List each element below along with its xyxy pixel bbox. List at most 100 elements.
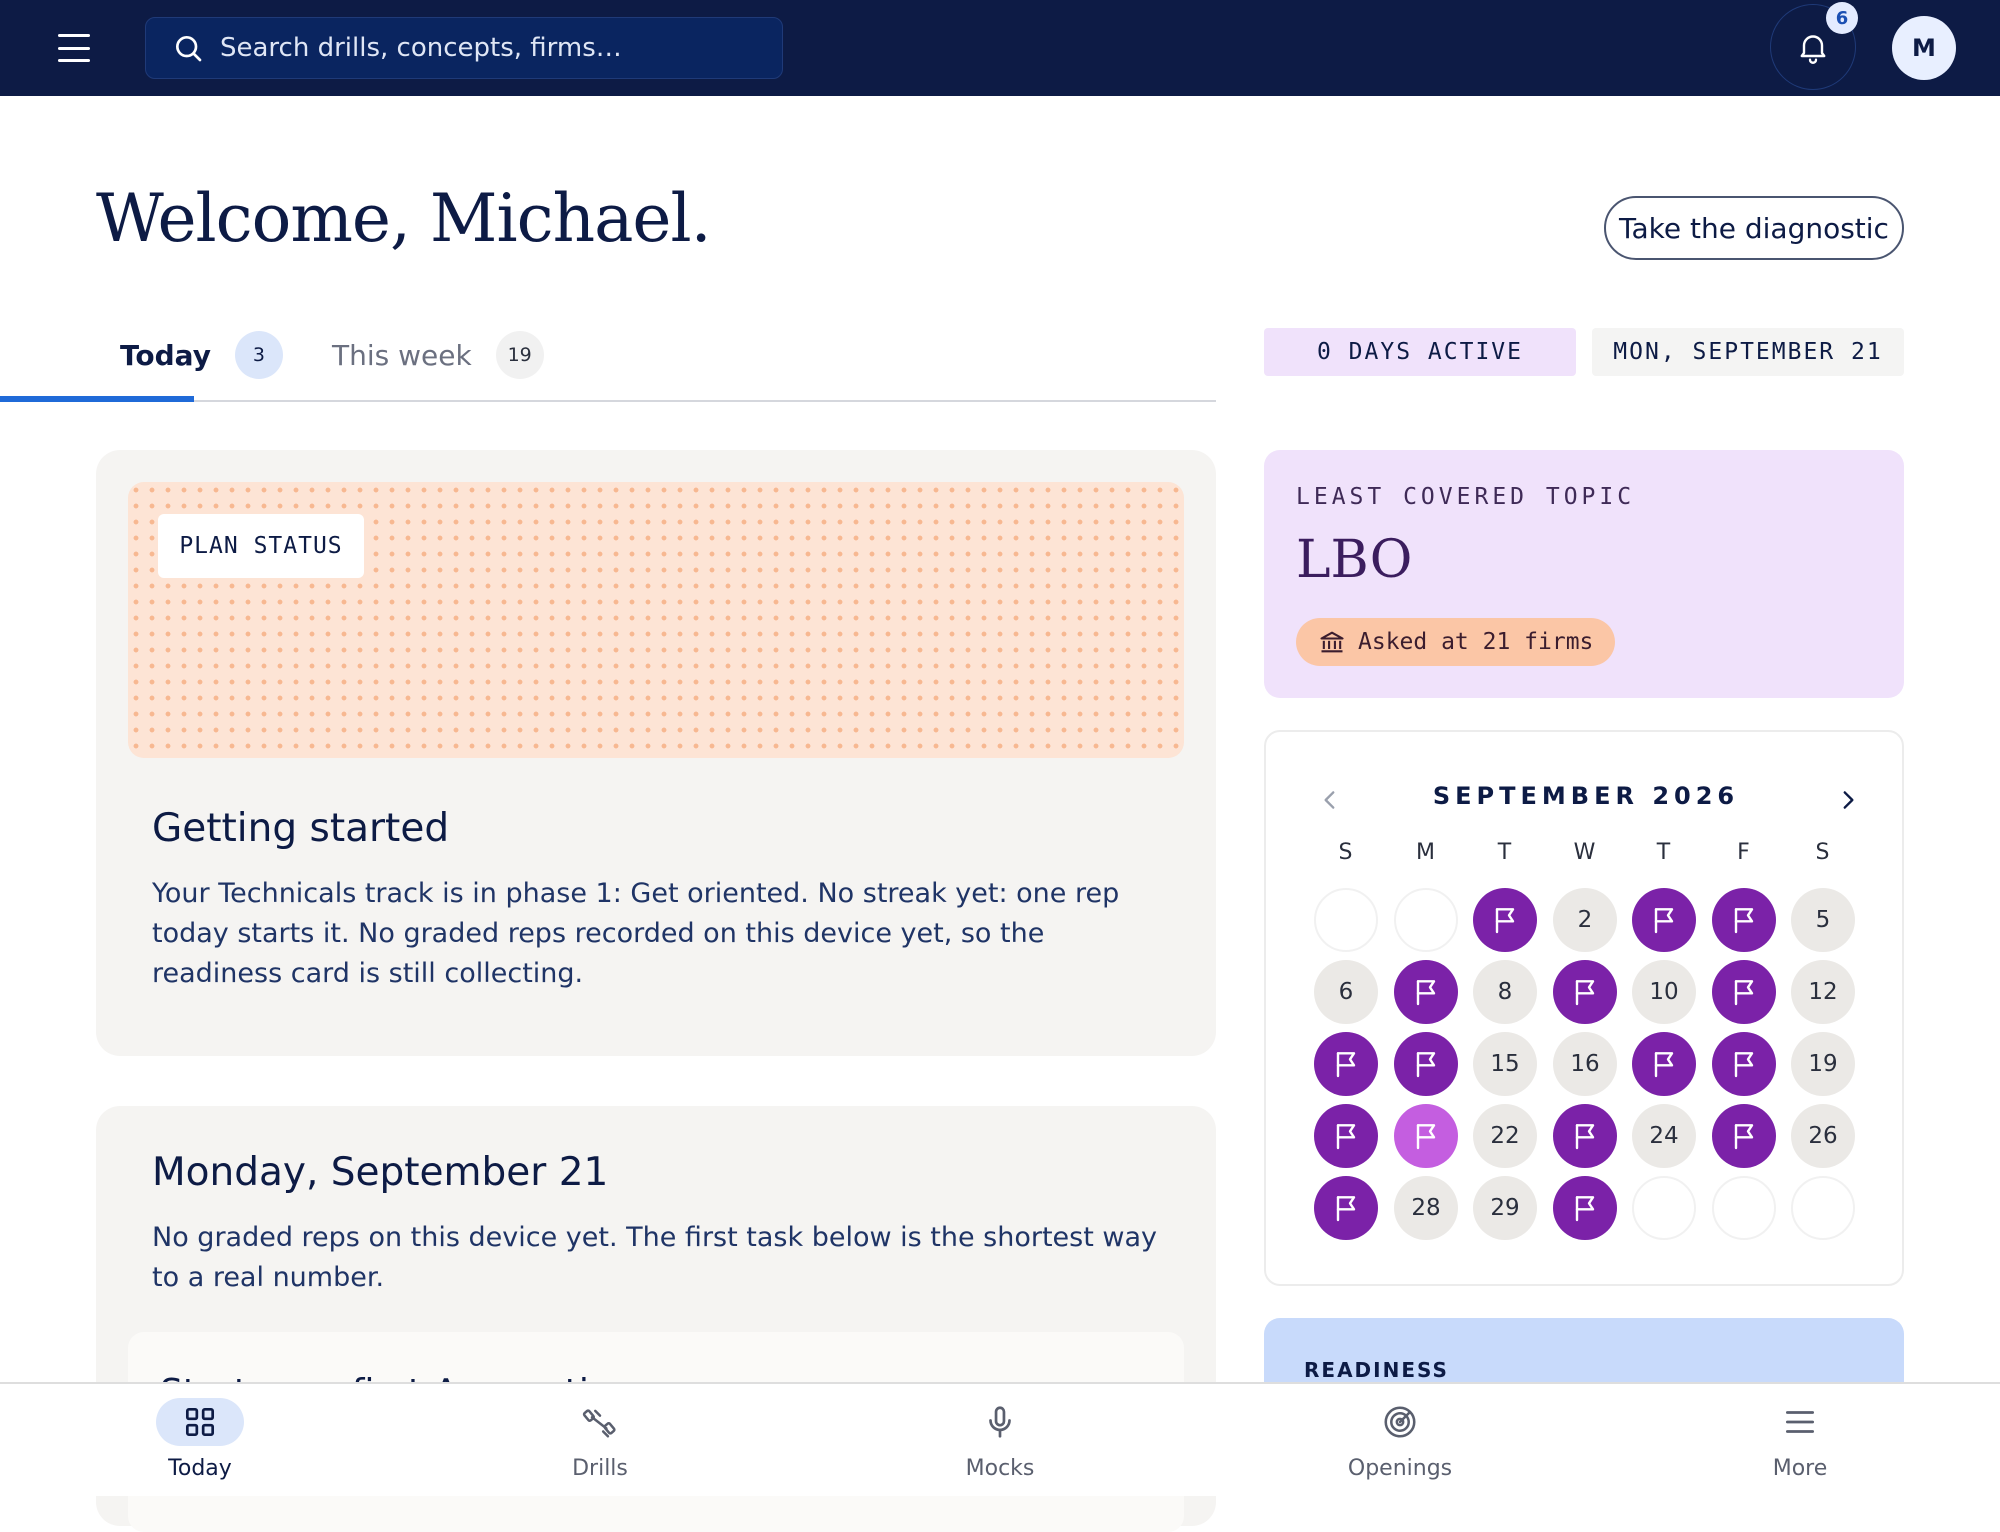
calendar-day-flagged[interactable] [1314, 1176, 1378, 1240]
day-title: Monday, September 21 [152, 1150, 609, 1195]
bell-icon [1800, 35, 1826, 64]
calendar-day[interactable]: 24 [1632, 1104, 1696, 1168]
nav-drills[interactable]: Drills [500, 1384, 700, 1498]
weekday-label: W [1573, 840, 1597, 865]
calendar-day-today[interactable] [1394, 1104, 1458, 1168]
calendar-day-flagged[interactable] [1712, 1104, 1776, 1168]
calendar-day[interactable]: 19 [1791, 1032, 1855, 1096]
take-diagnostic-button[interactable]: Take the diagnostic [1604, 196, 1904, 260]
search-icon [176, 36, 202, 62]
search-input[interactable] [220, 33, 780, 63]
active-tab-indicator [0, 396, 194, 402]
target-icon [1356, 1398, 1444, 1446]
tab-count-badge: 3 [234, 331, 283, 379]
least-covered-topic-card[interactable]: LEAST COVERED TOPIC LBO Asked at 21 firm… [1264, 450, 1904, 698]
nav-label: More [1772, 1456, 1828, 1481]
days-active-badge: 0 DAYS ACTIVE [1264, 328, 1576, 376]
plan-status-banner: PLAN STATUS [128, 482, 1184, 758]
flag-icon [1575, 1124, 1595, 1150]
flag-icon [1654, 1052, 1674, 1078]
calendar-day[interactable]: 6 [1314, 960, 1378, 1024]
plan-status-card: PLAN STATUS Getting started Your Technic… [96, 450, 1216, 1056]
tab-today[interactable]: Today 3 [120, 330, 283, 380]
calendar-day[interactable]: 10 [1632, 960, 1696, 1024]
topic-eyebrow: LEAST COVERED TOPIC [1296, 484, 1636, 510]
calendar-day[interactable]: 29 [1473, 1176, 1537, 1240]
calendar-day[interactable]: 2 [1553, 888, 1617, 952]
plan-title: Getting started [152, 806, 450, 851]
weekday-label: T [1656, 840, 1672, 865]
calendar-day-flagged[interactable] [1473, 888, 1537, 952]
grid-icon [156, 1398, 244, 1446]
calendar-day-flagged[interactable] [1712, 1032, 1776, 1096]
calendar-day[interactable]: 16 [1553, 1032, 1617, 1096]
tab-bar: Today 3 This week 19 [0, 320, 1216, 402]
asked-at-firms-text: Asked at 21 firms [1358, 629, 1594, 655]
calendar-day[interactable]: 5 [1791, 888, 1855, 952]
nav-today[interactable]: Today [100, 1384, 300, 1498]
page-title: Welcome, Michael. [96, 180, 712, 257]
plan-status-label: PLAN STATUS [158, 514, 364, 578]
readiness-label: READINESS [1304, 1358, 1449, 1382]
calendar-day-flagged[interactable] [1394, 960, 1458, 1024]
avatar[interactable]: M [1892, 16, 1956, 80]
nav-openings[interactable]: Openings [1300, 1384, 1500, 1498]
menu-icon[interactable] [58, 34, 90, 62]
weekday-label: M [1416, 840, 1436, 865]
flag-icon [1734, 980, 1754, 1006]
next-month-button[interactable] [1828, 780, 1868, 820]
calendar-day[interactable]: 22 [1473, 1104, 1537, 1168]
nav-more[interactable]: More [1700, 1384, 1900, 1498]
date-badge: MON, SEPTEMBER 21 [1592, 328, 1904, 376]
flag-icon [1416, 980, 1436, 1006]
tab-label: This week [332, 338, 472, 372]
top-bar: 6 M [0, 0, 2000, 96]
calendar-day[interactable]: 8 [1473, 960, 1537, 1024]
flag-icon [1416, 1124, 1436, 1150]
asked-at-firms-badge: Asked at 21 firms [1296, 618, 1616, 666]
calendar-day[interactable]: 12 [1791, 960, 1855, 1024]
flag-icon [1336, 1052, 1356, 1078]
calendar-day-flagged[interactable] [1314, 1032, 1378, 1096]
calendar-day-flagged[interactable] [1553, 1104, 1617, 1168]
flag-icon [1416, 1052, 1436, 1078]
calendar-day-flagged[interactable] [1712, 960, 1776, 1024]
microphone-icon [956, 1398, 1044, 1446]
calendar-day-flagged[interactable] [1553, 1176, 1617, 1240]
calendar-day[interactable]: 28 [1394, 1176, 1458, 1240]
activity-calendar: SEPTEMBER 2026 S M T W T F S 2 5 6 8 10 12 15 16 19 22 24… [1264, 730, 1904, 1286]
calendar-day-flagged[interactable] [1553, 960, 1617, 1024]
calendar-empty-cell [1791, 1176, 1855, 1240]
calendar-day-flagged[interactable] [1632, 888, 1696, 952]
weekday-label: S [1338, 840, 1354, 865]
nav-label: Today [168, 1456, 232, 1481]
calendar-month-title: SEPTEMBER 2026 [1432, 782, 1740, 810]
bottom-navigation: Today Drills Mocks Openings More [0, 1382, 2000, 1496]
flag-icon [1734, 1052, 1754, 1078]
weekday-label: F [1737, 840, 1751, 865]
calendar-day-flagged[interactable] [1712, 888, 1776, 952]
calendar-empty-cell [1712, 1176, 1776, 1240]
calendar-day-flagged[interactable] [1314, 1104, 1378, 1168]
calendar-day[interactable]: 15 [1473, 1032, 1537, 1096]
flag-icon [1336, 1124, 1356, 1150]
drills-icon [556, 1398, 644, 1446]
plan-description: Your Technicals track is in phase 1: Get… [152, 878, 1120, 989]
nav-mocks[interactable]: Mocks [900, 1384, 1100, 1498]
bank-icon [1320, 631, 1344, 653]
nav-label: Drills [572, 1456, 628, 1481]
calendar-day-flagged[interactable] [1632, 1032, 1696, 1096]
flag-icon [1495, 908, 1515, 934]
topic-name: LBO [1296, 530, 1413, 590]
search-bar[interactable] [145, 17, 783, 79]
tab-this-week[interactable]: This week 19 [332, 330, 544, 380]
calendar-day-flagged[interactable] [1394, 1032, 1458, 1096]
weekday-label: S [1815, 840, 1831, 865]
calendar-day[interactable]: 26 [1791, 1104, 1855, 1168]
calendar-empty-cell [1632, 1176, 1696, 1240]
nav-label: Mocks [965, 1456, 1035, 1481]
calendar-empty-cell [1394, 888, 1458, 952]
chevron-right-icon [1843, 791, 1854, 809]
flag-icon [1734, 908, 1754, 934]
flag-icon [1336, 1196, 1356, 1222]
